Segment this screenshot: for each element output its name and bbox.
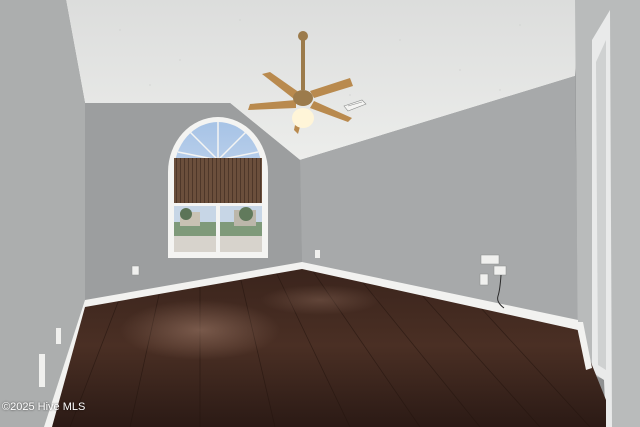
floor-reflection <box>120 300 280 360</box>
window-blind <box>174 158 262 205</box>
outlet-left-wall <box>56 328 61 344</box>
arched-window <box>168 117 268 258</box>
room-photo: ©2025 Hive MLS <box>0 0 640 427</box>
photo-watermark: ©2025 Hive MLS <box>2 401 86 413</box>
outlet-right-wall-1 <box>315 250 320 258</box>
outlet-back-wall <box>131 265 140 276</box>
switch-left-wall <box>39 354 45 387</box>
cable-jack <box>480 254 500 265</box>
phone-jack <box>493 265 507 276</box>
outlet-right-wall-2 <box>479 273 489 286</box>
floor-reflection-2 <box>260 285 380 315</box>
